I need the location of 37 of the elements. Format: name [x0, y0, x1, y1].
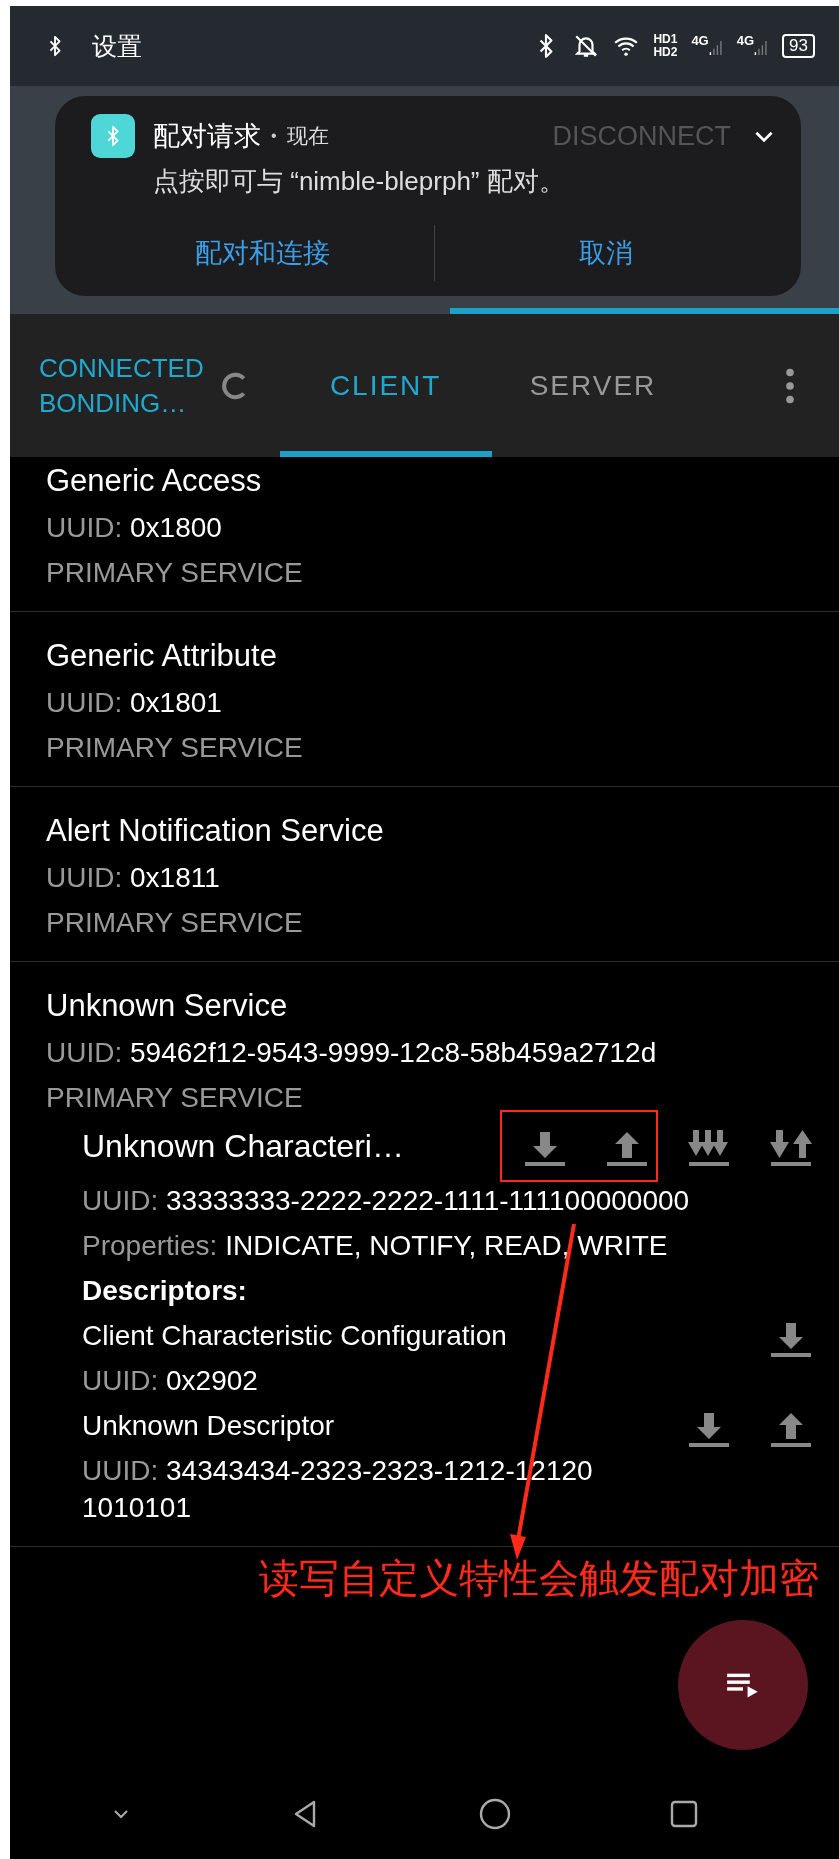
network-type-label: 4G — [736, 33, 755, 48]
network-label: HD2 — [653, 46, 678, 59]
service-name: Unknown Service — [46, 987, 288, 1025]
descriptors-heading: Descriptors: — [82, 1274, 247, 1308]
battery-indicator: 93 — [782, 34, 815, 58]
service-uuid: UUID: 59462f12-9543-9999-12c8-58b459a2712d — [46, 1036, 657, 1070]
notification-title: 配对请求 — [153, 120, 261, 153]
notification-time: 现在 — [286, 123, 329, 149]
service-type: PRIMARY SERVICE — [46, 731, 303, 765]
service-type: PRIMARY SERVICE — [46, 1081, 303, 1115]
network-type-label: 4G — [691, 33, 709, 48]
service-name: Alert Notification Service — [46, 812, 384, 850]
service-name: Generic Access — [46, 462, 262, 500]
network-label: HD1 — [653, 33, 678, 46]
app-label: 设置 — [92, 30, 142, 62]
characteristic-properties: Properties: INDICATE, NOTIFY, READ, WRITE — [82, 1229, 668, 1263]
bond-state: BONDING… — [39, 387, 188, 419]
notification-action-button[interactable]: 配对和连接 — [91, 229, 434, 277]
characteristic-name: Unknown Characteri… — [82, 1127, 404, 1166]
descriptor-uuid: UUID: 0x2902 — [82, 1364, 258, 1398]
tab[interactable]: CLIENT — [279, 314, 492, 457]
descriptor-name: Unknown Descriptor — [82, 1409, 335, 1443]
characteristic-uuid: UUID: 33333333-2222-2222-1111-111100000000 — [82, 1184, 690, 1218]
separator-dot: • — [271, 127, 277, 145]
annotation-text: 读写自定义特性会触发配对加密 — [259, 1555, 819, 1602]
service-type: PRIMARY SERVICE — [46, 906, 303, 940]
service-name: Generic Attribute — [46, 637, 277, 675]
service-type: PRIMARY SERVICE — [46, 556, 303, 590]
notification-action-button[interactable]: 取消 — [434, 229, 777, 277]
service-uuid: UUID: 0x1800 — [46, 511, 222, 545]
tab[interactable]: SERVER — [491, 314, 695, 457]
descriptor-name: Client Characteristic Configuration — [82, 1319, 507, 1353]
service-uuid: UUID: 0x1811 — [46, 861, 220, 895]
notification-message: 点按即可与 “nimble-bleprph” 配对。 — [153, 165, 566, 198]
connection-status: CONNECTED — [39, 352, 204, 384]
disconnect-text: DISCONNECT — [552, 120, 731, 152]
service-uuid: UUID: 0x1801 — [46, 686, 222, 720]
